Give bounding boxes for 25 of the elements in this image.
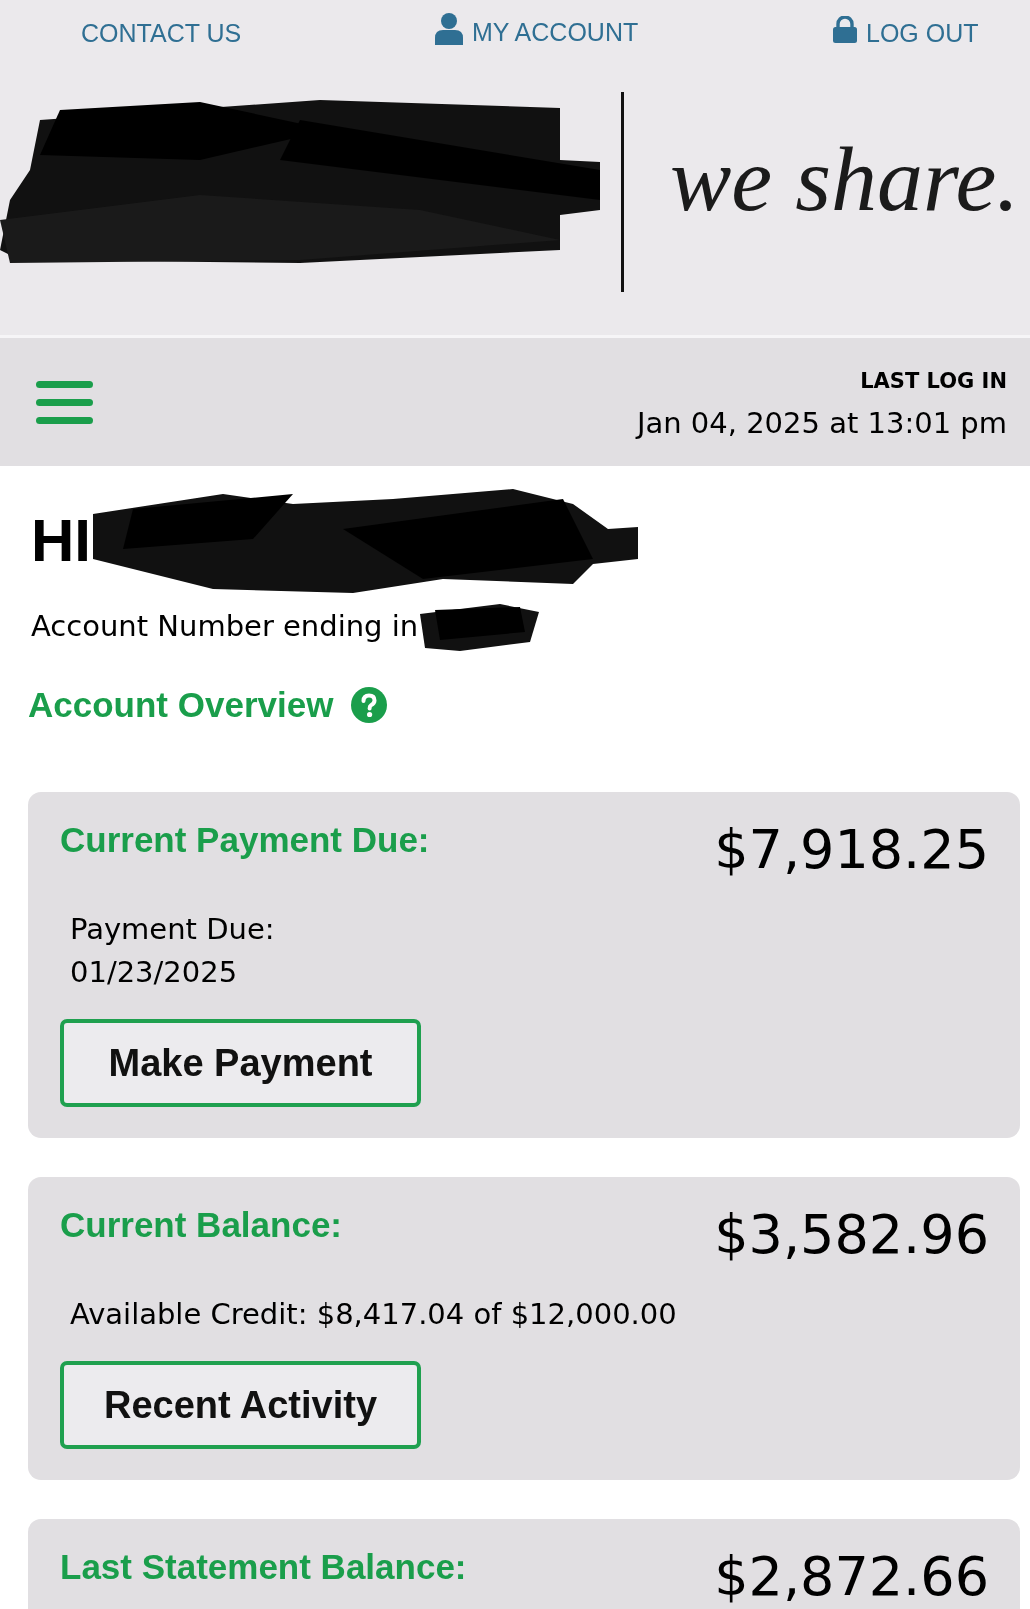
card-title: Last Statement Balance:	[60, 1547, 467, 1587]
header-link[interactable]: LOG OUT	[833, 16, 979, 49]
last-login-label: LAST LOG IN	[860, 367, 1007, 395]
lock-icon	[833, 16, 857, 43]
header-link[interactable]: MY ACCOUNT	[435, 16, 639, 48]
amount-text: $3,582.96	[714, 1205, 989, 1265]
user-icon	[435, 13, 463, 45]
detail-text: Available Credit: $8,417.04 of $12,000.00	[70, 1296, 677, 1333]
header-link[interactable]: CONTACT US	[81, 16, 242, 49]
card-title: Current Payment Due:	[60, 820, 430, 860]
section-title: Account Overview	[28, 685, 334, 725]
tagline-text: we share.	[670, 133, 1020, 225]
help-icon[interactable]	[351, 687, 388, 723]
card-title: Current Balance:	[60, 1205, 343, 1245]
action-button[interactable]: Make Payment	[60, 1019, 421, 1107]
action-button[interactable]: Recent Activity	[60, 1361, 421, 1449]
last-login-date: Jan 04, 2025 at 13:01 pm	[636, 404, 1007, 442]
menu-button[interactable]	[36, 380, 93, 424]
menu-icon	[36, 380, 93, 424]
amount-text: $7,918.25	[714, 820, 989, 880]
detail-text: Payment Due:	[70, 911, 275, 948]
greeting-text: HI	[31, 509, 91, 573]
amount-text: $2,872.66	[714, 1547, 989, 1607]
account-number-text: Account Number ending in	[31, 608, 419, 645]
detail-text: 01/23/2025	[70, 954, 239, 991]
